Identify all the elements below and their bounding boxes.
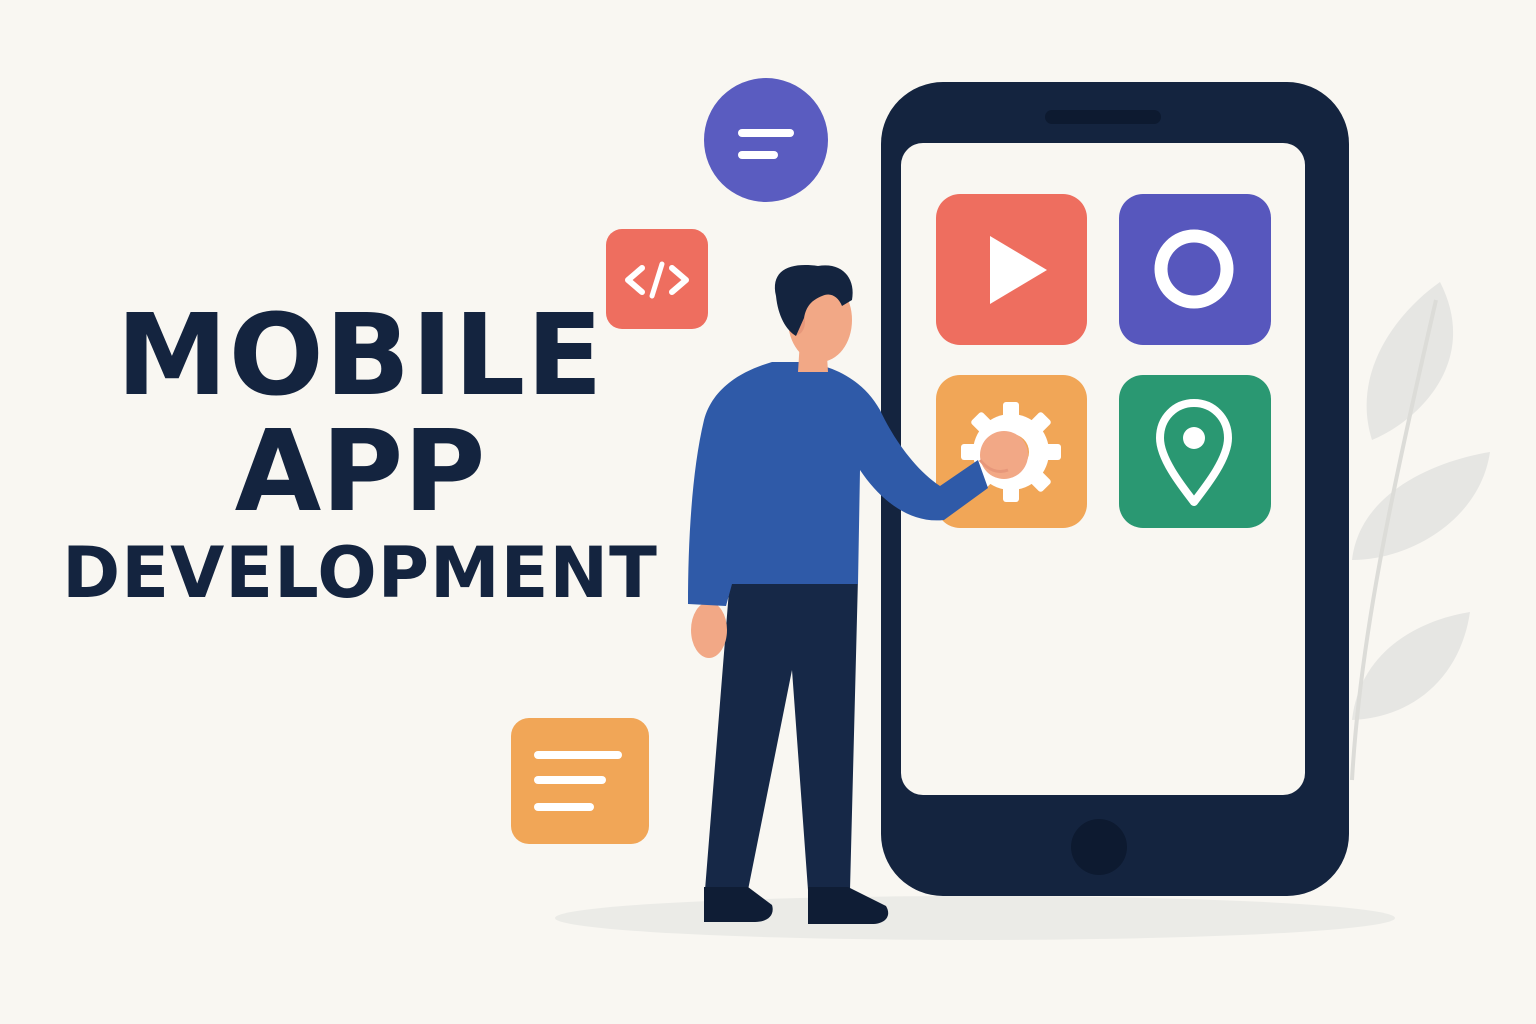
app-tile-record[interactable] [1119,194,1271,345]
ground-shadow [555,896,1395,940]
speaker-slot [1045,110,1161,124]
illustration: MOBILE APP DEVELOPMENT [0,0,1536,1024]
home-button[interactable] [1071,819,1127,875]
headline-line-2: APP [234,407,486,537]
headline-line-3: DEVELOPMENT [62,532,658,614]
menu-bubble-icon [704,78,828,202]
document-lines-icon [511,718,649,844]
left-shoe [704,887,773,922]
app-tile-location[interactable] [1119,375,1271,528]
left-hand [691,602,727,658]
trousers [705,578,858,890]
right-shoe [808,887,889,924]
app-tile-play[interactable] [936,194,1087,345]
headline-line-1: MOBILE [116,291,604,421]
headline: MOBILE APP DEVELOPMENT [40,300,680,608]
leaf-decoration [1350,282,1490,781]
